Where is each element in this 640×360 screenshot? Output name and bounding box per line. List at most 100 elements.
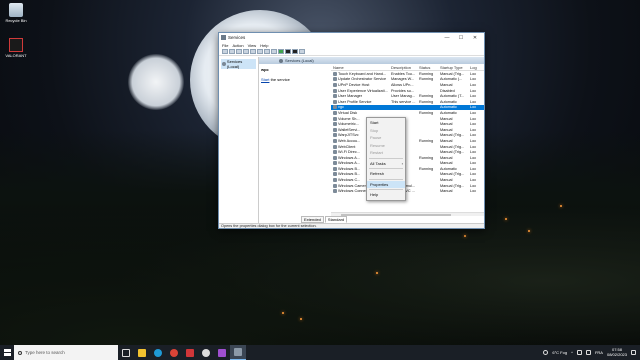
service-name: Web Accou... (338, 138, 361, 143)
service-name: Windows A... (338, 155, 360, 160)
minimize-button[interactable]: — (440, 35, 454, 41)
restart-service-icon[interactable] (299, 49, 305, 54)
table-row[interactable]: Windows Connect Now – C...WCNCSVC ...Man… (331, 188, 484, 194)
weather-icon[interactable] (543, 350, 549, 355)
table-row[interactable]: Update Orchestrator Service Manages W... R… (331, 77, 484, 83)
language-indicator[interactable]: FRA (595, 350, 603, 355)
title-bar[interactable]: Services — ☐ ✕ (219, 33, 484, 42)
desktop-icon-recycle-bin[interactable]: Recycle Bin (2, 3, 30, 23)
gear-icon (333, 122, 337, 127)
view-tabs: Extended Standard (301, 216, 348, 223)
maximize-button[interactable]: ☐ (454, 35, 468, 41)
close-button[interactable]: ✕ (468, 35, 482, 41)
network-icon[interactable] (576, 350, 582, 355)
taskbar-app-services[interactable] (230, 345, 246, 360)
properties-icon[interactable] (271, 49, 277, 54)
riot-client-icon (186, 348, 194, 357)
menu-file[interactable]: File (222, 43, 228, 48)
service-logon-cell: Loc (470, 155, 477, 160)
taskbar-app-riot[interactable] (182, 345, 198, 360)
task-view-button[interactable] (118, 345, 134, 360)
menu-separator (369, 189, 403, 190)
service-description-cell: This service ... (391, 99, 416, 104)
gear-icon (333, 88, 337, 93)
menu-view[interactable]: View (248, 43, 257, 48)
context-menu-label: Stop (370, 127, 379, 133)
pause-service-icon[interactable] (292, 49, 298, 54)
column-header-status[interactable]: Status (419, 65, 440, 70)
context-menu-item-stop: Stop (367, 127, 405, 135)
menu-help[interactable]: Help (260, 43, 268, 48)
taskbar-app-edge[interactable] (150, 345, 166, 360)
service-name: Windows B... (338, 166, 361, 171)
service-startup-cell: Automatic (440, 105, 457, 110)
forward-icon[interactable] (229, 49, 235, 54)
table-row[interactable]: UPnP Device Host Allows UPn... Manual Loc (331, 82, 484, 88)
menu-separator (369, 157, 403, 159)
volume-icon[interactable] (585, 350, 591, 355)
context-menu-label: Restart (370, 150, 383, 156)
console-tree-icon[interactable] (236, 49, 242, 54)
back-icon[interactable] (222, 49, 228, 54)
context-menu-item-all-tasks[interactable]: All Tasks › (367, 160, 405, 168)
taskbar-app-chrome[interactable] (166, 345, 182, 360)
table-row[interactable]: User Manager User Manag... Running Automati… (331, 93, 484, 99)
service-startup-cell: Manual (440, 189, 453, 194)
task-view-icon (122, 348, 130, 357)
service-name-cell: Update Orchestrator Service (331, 77, 391, 82)
gear-icon (333, 110, 337, 115)
notification-icon[interactable] (631, 350, 636, 355)
clock[interactable]: 07:58 08/02/2023 (607, 347, 627, 357)
service-startup-cell: Manual (440, 178, 453, 183)
horizontal-scrollbar[interactable] (331, 212, 484, 216)
service-startup-cell: Automatic (... (440, 77, 463, 82)
table-row[interactable]: Touch Keyboard and Hand... Enables Tou...… (331, 71, 484, 77)
service-startup-cell: Disabled (440, 88, 455, 93)
chevron-up-icon[interactable]: ^ (571, 350, 573, 355)
context-menu-item-refresh[interactable]: Refresh (367, 170, 405, 178)
service-startup-cell: Automatic (440, 166, 457, 171)
gear-icon (333, 133, 337, 138)
service-name-cell: Virtual Disk (331, 110, 391, 115)
scrollbar-thumb[interactable] (341, 214, 451, 216)
service-name: Virtual Disk (338, 110, 358, 115)
table-row[interactable]: User Profile Service This service ... Runn… (331, 99, 484, 105)
gear-icon (333, 178, 337, 183)
list-view-icon[interactable] (243, 49, 249, 54)
table-row[interactable]: User Experience Virtualizati... Provides … (331, 88, 484, 94)
desktop-icon-valorant[interactable]: VALORANT (2, 38, 30, 58)
service-name: WarpJITSvc (338, 133, 359, 138)
start-button[interactable] (0, 345, 14, 360)
context-menu-item-start[interactable]: Start (367, 119, 405, 127)
context-menu-label: Resume (370, 142, 385, 148)
column-header-name[interactable]: Name (331, 65, 391, 70)
taskbar-app-file-explorer[interactable] (134, 345, 150, 360)
taskbar-app-media[interactable] (214, 345, 230, 360)
service-name: User Manager (338, 94, 363, 99)
start-service-icon[interactable] (278, 49, 284, 54)
column-header-description[interactable]: Description (391, 65, 419, 70)
column-header-startup-type[interactable]: Startup Type (440, 65, 470, 70)
menu-action[interactable]: Action (232, 43, 243, 48)
tree-item-services-local[interactable]: Services (Local) (221, 59, 256, 69)
context-menu-item-help[interactable]: Help (367, 191, 405, 199)
service-status-cell: Running (419, 138, 434, 143)
refresh-icon[interactable] (250, 49, 256, 54)
column-header-log-on-as[interactable]: Log (470, 65, 479, 70)
taskbar-app-obs[interactable] (198, 345, 214, 360)
context-menu-item-properties[interactable]: Properties (367, 180, 405, 188)
stop-service-icon[interactable] (285, 49, 291, 54)
help-icon[interactable] (264, 49, 270, 54)
services-icon (234, 348, 242, 356)
table-row[interactable]: Windows Camera Frame Se...Enables mul...… (331, 183, 484, 189)
taskbar-search-box[interactable]: Type here to search (14, 345, 118, 360)
gear-icon (333, 183, 337, 188)
service-description-cell: Provides su... (391, 88, 415, 93)
tab-standard[interactable]: Standard (324, 216, 348, 223)
service-name: Volumetric... (338, 122, 359, 127)
weather-text[interactable]: 6°C Fog (552, 350, 567, 355)
service-startup-cell: Manual (440, 82, 453, 87)
tab-extended[interactable]: Extended (301, 216, 324, 223)
export-icon[interactable] (257, 49, 263, 54)
service-name: Wi-Fi Direc... (338, 150, 360, 155)
